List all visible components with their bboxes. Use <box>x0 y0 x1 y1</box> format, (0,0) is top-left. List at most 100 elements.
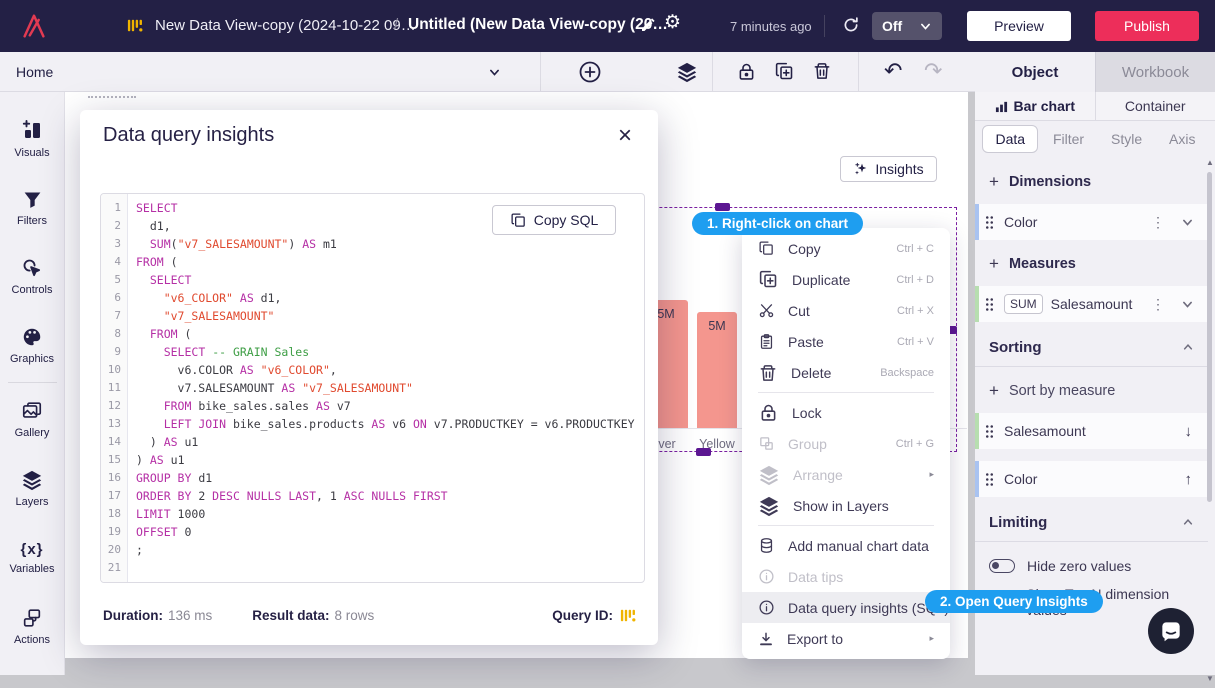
lock-icon[interactable] <box>736 61 757 82</box>
sql-line-number: 15 <box>101 451 127 469</box>
preview-button[interactable]: Preview <box>967 11 1071 41</box>
settings-gear-icon[interactable]: ⚙ <box>664 13 681 32</box>
sidebar-item-gallery[interactable]: Gallery <box>0 385 65 454</box>
insights-button[interactable]: Insights <box>840 156 937 182</box>
top-header: New Data View-copy (2024-10-22 09… / Unt… <box>0 0 1215 52</box>
panel-tab-filter[interactable]: Filter <box>1041 126 1096 152</box>
accent-bar <box>975 413 979 449</box>
breadcrumb-dashboard-title[interactable]: Untitled (New Data View-copy (20… <box>408 16 668 34</box>
menu-item-arrange[interactable]: Arrange▸ <box>742 459 950 490</box>
drag-handle-icon[interactable] <box>985 297 994 312</box>
drag-handle-icon[interactable] <box>985 424 994 439</box>
publish-button[interactable]: Publish <box>1095 11 1199 41</box>
breadcrumb-dataset-title[interactable]: New Data View-copy (2024-10-22 09… <box>155 17 416 34</box>
sql-line-number: 21 <box>101 559 127 577</box>
scrollbar-thumb[interactable] <box>1207 172 1212 502</box>
menu-item-copy[interactable]: CopyCtrl + C <box>742 233 950 264</box>
aggregation-chip[interactable]: SUM <box>1004 294 1043 314</box>
menu-item-label: Group <box>788 436 827 452</box>
drag-handle-icon[interactable] <box>985 215 994 230</box>
menu-item-duplicate[interactable]: DuplicateCtrl + D <box>742 264 950 295</box>
sql-code-line: ORDER BY 2 DESC NULLS LAST, 1 ASC NULLS … <box>136 487 644 505</box>
menu-item-label: Show in Layers <box>793 498 889 514</box>
scroll-down-icon[interactable]: ▼ <box>1206 674 1214 683</box>
sparkles-icon <box>853 161 869 177</box>
query-id-brand-icon[interactable] <box>619 606 638 625</box>
add-dimension[interactable]: +Dimensions <box>989 172 1208 192</box>
auto-refresh-select[interactable]: Off <box>872 12 942 40</box>
sort-by-measure[interactable]: +Sort by measure <box>989 381 1208 401</box>
sidebar-item-filters[interactable]: Filters <box>0 173 65 242</box>
brand-logo-icon[interactable] <box>18 10 50 42</box>
field-row-salesamount[interactable]: SUMSalesamount⋮ <box>975 286 1208 322</box>
menu-item-delete[interactable]: DeleteBackspace <box>742 357 950 388</box>
refresh-icon[interactable] <box>842 16 860 34</box>
sidebar-item-variables[interactable]: {x}Variables <box>0 523 65 592</box>
toggle-switch[interactable] <box>989 559 1015 573</box>
chevron-down-icon[interactable] <box>1181 298 1194 311</box>
menu-item-show-in-layers[interactable]: Show in Layers <box>742 490 950 521</box>
database-icon <box>758 537 775 554</box>
chevron-down-icon[interactable] <box>488 66 501 79</box>
field-row-color[interactable]: Color⋮ <box>975 204 1208 240</box>
delete-icon[interactable] <box>812 61 832 81</box>
sidebar-item-visuals[interactable]: Visuals <box>0 104 65 173</box>
sidebar-item-layers[interactable]: Layers <box>0 454 65 523</box>
menu-item-data-tips[interactable]: Data tips <box>742 561 950 592</box>
screen-selector-home[interactable]: Home <box>16 64 53 80</box>
selection-handle-top[interactable] <box>715 203 730 211</box>
field-row-salesamount[interactable]: Salesamount↓ <box>975 413 1208 449</box>
chevron-down-icon[interactable] <box>1181 216 1194 229</box>
menu-item-lock[interactable]: Lock <box>742 397 950 428</box>
sort-direction-icon[interactable]: ↑ <box>1185 471 1193 488</box>
copy-sql-button[interactable]: Copy SQL <box>492 205 616 235</box>
kebab-menu-icon[interactable]: ⋮ <box>1151 214 1165 231</box>
panel-tab-data[interactable]: Data <box>982 125 1038 153</box>
panel-scrollbar[interactable]: ▲ ▼ <box>1206 158 1213 688</box>
chat-bubble-button[interactable] <box>1148 608 1194 654</box>
breadcrumb-separator: / <box>394 16 398 33</box>
menu-item-add-manual-chart-data[interactable]: Add manual chart data <box>742 530 950 561</box>
chevron-up-icon[interactable] <box>1182 341 1194 353</box>
edit-title-pencil-icon[interactable] <box>640 17 656 33</box>
sidebar-item-graphics[interactable]: Graphics <box>0 311 65 380</box>
sql-code-block[interactable]: 123456789101112131415161718192021 SELECT… <box>100 193 645 583</box>
close-icon[interactable]: × <box>618 124 632 148</box>
sidebar-item-actions[interactable]: Actions <box>0 592 65 661</box>
chevron-up-icon[interactable] <box>1182 516 1194 528</box>
undo-icon[interactable]: ↶ <box>884 56 902 87</box>
sql-line-number: 11 <box>101 379 127 397</box>
add-measure[interactable]: +Measures <box>989 254 1208 274</box>
sidebar-item-controls[interactable]: Controls <box>0 242 65 311</box>
panel-tab-style[interactable]: Style <box>1099 126 1154 152</box>
scroll-up-icon[interactable]: ▲ <box>1206 158 1214 167</box>
paste-icon <box>758 333 775 350</box>
add-item-button[interactable] <box>578 60 602 84</box>
object-type-tab-bar-chart[interactable]: Bar chart <box>975 92 1095 120</box>
panel-tab-axis[interactable]: Axis <box>1157 126 1207 152</box>
menu-item-cut[interactable]: CutCtrl + X <box>742 295 950 326</box>
tab-object[interactable]: Object <box>975 52 1095 92</box>
duplicate-icon[interactable] <box>774 61 795 82</box>
sidebar-item-label: Gallery <box>15 427 50 439</box>
sql-code-line: "v7_SALESAMOUNT" <box>136 307 644 325</box>
object-type-tab-container[interactable]: Container <box>1095 92 1215 120</box>
sql-line-number: 20 <box>101 541 127 559</box>
kebab-menu-icon[interactable]: ⋮ <box>1151 296 1165 313</box>
menu-item-data-query-insights-sql[interactable]: Data query insights (SQL) <box>742 592 950 623</box>
sort-direction-icon[interactable]: ↓ <box>1185 423 1193 440</box>
menu-item-paste[interactable]: PasteCtrl + V <box>742 326 950 357</box>
layers-icon[interactable] <box>676 61 698 83</box>
selection-handle-bottom[interactable] <box>696 448 711 456</box>
menu-item-group[interactable]: GroupCtrl + G <box>742 428 950 459</box>
menu-item-export-to[interactable]: Export to▸ <box>742 623 950 654</box>
layers-icon <box>21 469 43 491</box>
sql-code-line: FROM bike_sales.sales AS v7 <box>136 397 644 415</box>
sorting-header[interactable]: Sorting <box>989 336 1194 358</box>
redo-icon[interactable]: ↷ <box>924 56 942 87</box>
tab-workbook[interactable]: Workbook <box>1095 52 1215 92</box>
field-row-color[interactable]: Color↑ <box>975 461 1208 497</box>
limiting-header[interactable]: Limiting <box>989 511 1194 533</box>
drag-handle-icon[interactable] <box>985 472 994 487</box>
toolbar-divider <box>858 52 859 91</box>
